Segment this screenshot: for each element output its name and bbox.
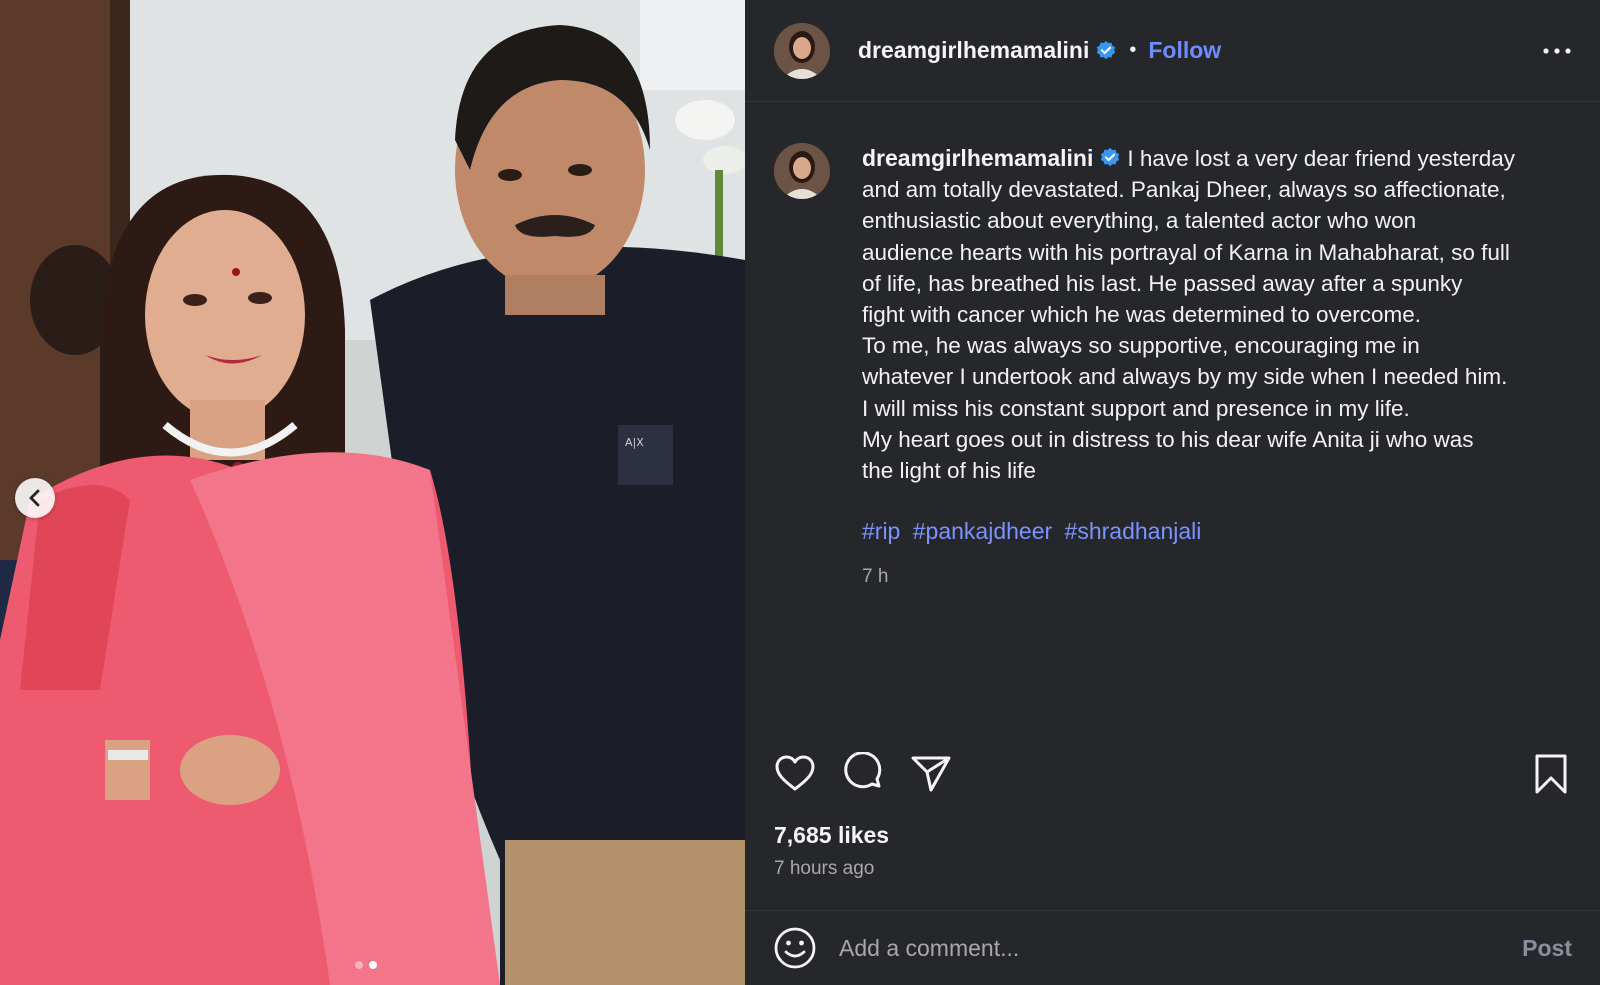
hashtag-link[interactable]: #pankajdheer — [913, 518, 1052, 544]
emoji-icon[interactable] — [773, 926, 817, 970]
avatar-image — [774, 143, 830, 199]
comment-input[interactable] — [839, 928, 1489, 968]
svg-text:A|X: A|X — [625, 436, 644, 449]
more-options-icon[interactable] — [1542, 36, 1572, 66]
verified-badge-icon — [1097, 40, 1116, 59]
header-separator: • — [1129, 39, 1137, 61]
caption-text: and am totally devastated. Pankaj Dheer,… — [862, 177, 1506, 203]
caption-avatar[interactable] — [774, 143, 830, 199]
post-timestamp[interactable]: 7 hours ago — [774, 858, 874, 880]
caption-text: whatever I undertook and always by my si… — [862, 364, 1508, 390]
post-photo: A|X — [0, 0, 745, 985]
caption-line-first: dreamgirlhemamalini I have lost a very de… — [862, 143, 1574, 174]
carousel-dot — [355, 961, 363, 969]
caption: dreamgirlhemamalini I have lost a very de… — [774, 143, 1574, 593]
avatar[interactable] — [774, 22, 830, 79]
heart-icon[interactable] — [773, 752, 817, 796]
hashtag-link[interactable]: #shradhanjali — [1065, 518, 1202, 544]
caption-text: the light of his life — [862, 458, 1036, 484]
caption-text: audience hearts with his portrayal of Ka… — [862, 239, 1510, 265]
comment-icon[interactable] — [841, 752, 885, 796]
caption-username[interactable]: dreamgirlhemamalini — [862, 145, 1093, 171]
caption-text: of life, has breathed his last. He passe… — [862, 270, 1463, 296]
post-header: dreamgirlhemamalini • Follow — [745, 0, 1600, 102]
share-icon[interactable] — [909, 752, 953, 796]
caption-body: dreamgirlhemamalini I have lost a very de… — [862, 143, 1574, 593]
header-username[interactable]: dreamgirlhemamalini — [858, 37, 1089, 64]
chevron-left-icon — [29, 489, 40, 507]
caption-text: I will miss his constant support and pre… — [862, 395, 1410, 421]
carousel-indicator — [355, 961, 377, 969]
hashtags: #rip #pankajdheer #shradhanjali — [862, 516, 1574, 547]
caption-text: enthusiastic about everything, a talente… — [862, 208, 1417, 234]
comment-bar: Post — [745, 910, 1600, 985]
caption-text: To me, he was always so supportive, enco… — [862, 333, 1420, 359]
hashtag-link[interactable]: #rip — [862, 518, 900, 544]
carousel-dot-active — [369, 961, 377, 969]
caption-text: My heart goes out in distress to his dea… — [862, 426, 1474, 452]
bookmark-icon[interactable] — [1529, 752, 1573, 796]
verified-badge-icon — [1101, 147, 1120, 167]
carousel-prev-button[interactable] — [15, 478, 55, 518]
post-media[interactable]: A|X — [0, 0, 745, 985]
caption-text: I have lost a very dear friend yesterday — [1127, 146, 1516, 171]
avatar-image — [774, 22, 830, 79]
post-details-panel: dreamgirlhemamalini • Follow dreamgirlhe… — [745, 0, 1600, 985]
likes-count[interactable]: 7,685 likes — [774, 822, 889, 849]
caption-timestamp[interactable]: 7 h — [862, 561, 1574, 592]
post-comment-button[interactable]: Post — [1522, 935, 1572, 962]
follow-button[interactable]: Follow — [1148, 37, 1221, 64]
caption-text: fight with cancer which he was determine… — [862, 302, 1422, 328]
action-bar — [773, 752, 1573, 796]
